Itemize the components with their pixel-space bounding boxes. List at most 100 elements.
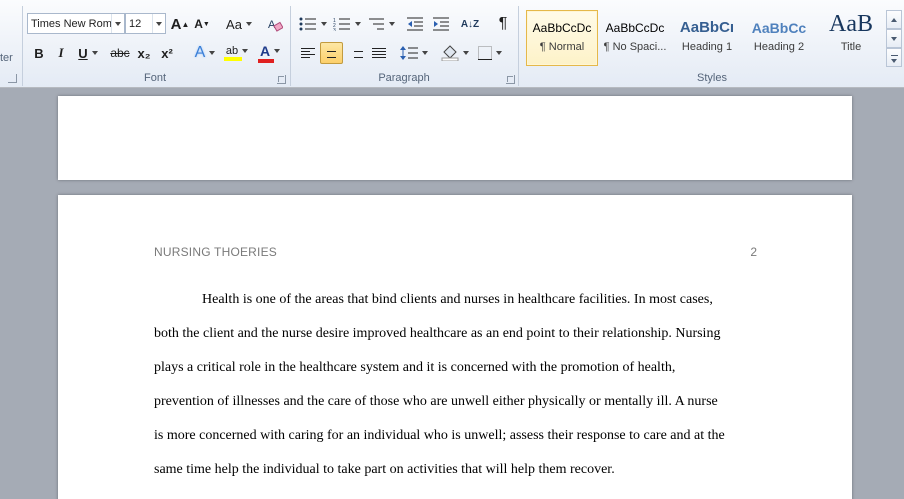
multilevel-list-button[interactable] [366,13,396,35]
superscript-button[interactable]: x² [156,42,178,64]
font-color-icon: A [259,43,271,59]
highlight-button[interactable]: ab [222,42,252,64]
strikethrough-icon: abc [110,46,130,60]
text-line: prevention of illnesses and the care of … [154,394,718,409]
paint-bucket-icon [441,45,459,61]
scroll-up-icon[interactable] [886,10,902,29]
group-separator [518,6,519,86]
font-group-label: Font [143,72,166,84]
styles-group-label: Styles [697,72,727,84]
justify-button[interactable] [368,42,390,64]
justify-icon [372,48,386,58]
subscript-icon: x₂ [137,45,151,61]
style-name: Heading 2 [753,41,805,53]
align-right-icon [349,48,363,58]
numbering-button[interactable]: 123 [332,13,362,35]
clipboard-launcher-icon[interactable] [8,74,17,83]
more-styles-icon[interactable] [886,48,902,67]
scroll-down-icon[interactable] [886,29,902,48]
multilevel-list-icon [369,18,384,30]
change-case-button[interactable]: Aa [224,13,254,35]
font-dialog-launcher-icon[interactable] [277,75,286,84]
increase-indent-icon [433,17,449,31]
font-size-value: 12 [129,18,142,30]
pilcrow-icon: ¶ [498,15,508,32]
line-spacing-icon [400,46,418,60]
shrink-font-icon: A [194,17,203,31]
document-page-2[interactable]: NURSING THOERIES 2 Health is one of the … [58,195,852,499]
clear-formatting-icon: A [268,19,283,32]
font-size-combo[interactable]: 12 [125,13,166,34]
borders-button[interactable] [475,42,505,64]
bullets-button[interactable] [298,13,328,35]
clear-formatting-button[interactable]: A [264,13,286,35]
align-center-icon [325,48,339,58]
bullets-icon [299,17,316,31]
superscript-icon: x² [161,45,173,61]
grow-font-button[interactable]: A ▲ [170,13,190,35]
clipboard-group-label-fragment: ter [0,52,13,64]
style-sample: AaB [829,11,873,37]
increase-indent-button[interactable] [430,13,452,35]
text-line: is more concerned with caring for an ind… [154,428,725,443]
bold-icon: B [34,45,44,61]
text-line: plays a critical role in the healthcare … [154,360,676,375]
style-name: ¶ No Spaci... [603,41,667,53]
numbering-icon: 123 [333,18,350,31]
style-normal[interactable]: AaBbCcDc ¶ Normal [526,10,598,66]
style-name: Heading 1 [681,41,733,53]
font-name-combo[interactable]: Times New Rom [27,13,125,34]
styles-gallery: AaBbCcDc ¶ Normal AaBbCcDc ¶ No Spaci...… [524,8,886,66]
document-page-1[interactable] [58,96,852,180]
decrease-indent-button[interactable] [404,13,426,35]
highlight-icon: ab [225,45,239,57]
font-name-value: Times New Rom [31,18,112,30]
ribbon: ter Times New Rom 12 A ▲ A ▼ Aa A B I U ab… [0,0,904,88]
svg-text:3: 3 [333,28,336,31]
style-title[interactable]: AaB Title [816,10,886,66]
underline-icon: U [78,45,88,61]
subscript-button[interactable]: x₂ [134,42,154,64]
font-color-button[interactable]: A [255,42,285,64]
shading-button[interactable] [440,42,470,64]
text-line: Health is one of the areas that bind cli… [202,292,713,307]
style-sample: AaBbCc [751,20,807,36]
text-line: both the client and the nurse desire imp… [154,326,721,341]
show-hide-marks-button[interactable]: ¶ [492,13,514,35]
paragraph-dialog-launcher-icon[interactable] [506,75,515,84]
style-name: ¶ Normal [539,41,585,53]
sort-icon: A↓Z [460,18,480,30]
chevron-down-icon[interactable] [111,14,124,33]
grow-font-icon: A [170,15,182,33]
strikethrough-button[interactable]: abc [108,42,132,64]
italic-button[interactable]: I [51,42,71,64]
decrease-indent-icon [407,17,423,31]
align-right-button[interactable] [345,42,367,64]
align-left-button[interactable] [297,42,319,64]
change-case-icon: Aa [226,16,242,32]
document-body[interactable]: Health is one of the areas that bind cli… [154,283,758,487]
style-sample: AaBbCcDc [532,21,592,35]
italic-icon: I [58,45,64,60]
sort-button[interactable]: A↓Z [459,13,481,35]
text-effects-icon: A [194,44,206,61]
style-heading-2[interactable]: AaBbCc Heading 2 [744,10,814,66]
borders-icon [478,46,492,60]
paragraph-group-label: Paragraph [378,72,430,84]
line-spacing-button[interactable] [399,42,429,64]
page-number: 2 [750,245,757,259]
style-sample: AaBbCı [679,19,735,36]
align-left-icon [301,48,315,58]
bold-button[interactable]: B [29,42,49,64]
text-line: same time help the individual to take pa… [154,462,615,477]
shrink-font-button[interactable]: A ▼ [192,13,212,35]
align-center-button[interactable] [320,42,343,64]
underline-button[interactable]: U [74,42,102,64]
style-no-spacing[interactable]: AaBbCcDc ¶ No Spaci... [600,10,670,66]
styles-scroll [886,10,902,68]
text-effects-button[interactable]: A [190,42,220,64]
chevron-down-icon[interactable] [152,14,165,33]
style-heading-1[interactable]: AaBbCı Heading 1 [672,10,742,66]
style-sample: AaBbCcDc [605,21,665,35]
page-header: NURSING THOERIES [154,245,277,259]
